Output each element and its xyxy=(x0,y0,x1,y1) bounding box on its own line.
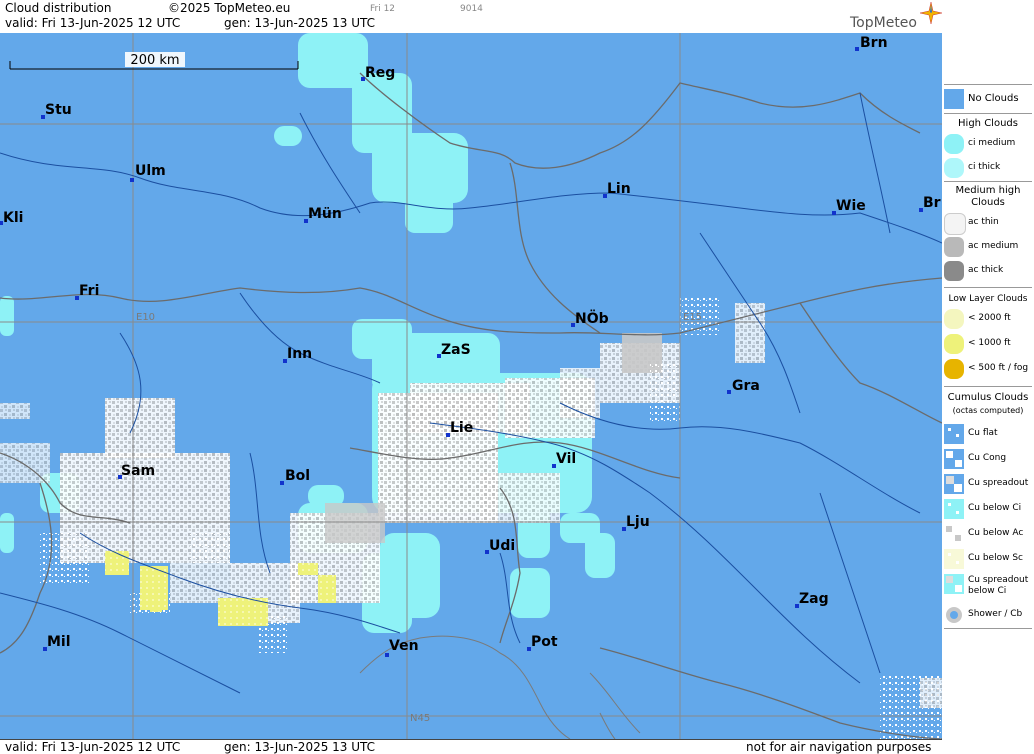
brand-logo-text: TopMeteo xyxy=(850,15,917,31)
footer-generated-time: gen: 13-Jun-2025 13 UTC xyxy=(224,740,376,754)
city-label: NÖb xyxy=(575,309,609,327)
grid-label-n45: N45 xyxy=(410,713,430,724)
legend-ac-thin: ac thin xyxy=(942,212,1034,235)
city-label: Brn xyxy=(860,35,888,51)
legend-cu-spreadout-below-ci: Cu spreadout below Ci xyxy=(942,573,1034,599)
legend-medium-title-1: Medium high xyxy=(955,185,1021,196)
legend-low-1000: < 1000 ft xyxy=(942,333,1034,355)
city-label: Lie xyxy=(450,420,473,436)
footer-valid-time: valid: Fri 13-Jun-2025 12 UTC xyxy=(5,740,181,754)
legend-shower: Shower / Cb xyxy=(942,604,1034,626)
legend-medium-title-2: Clouds xyxy=(971,197,1005,208)
city-label: Bol xyxy=(285,468,310,484)
city-label: Pot xyxy=(531,634,558,650)
valid-time: valid: Fri 13-Jun-2025 12 UTC xyxy=(5,16,181,30)
legend-ac-medium: ac medium xyxy=(942,236,1034,258)
city-label: Wie xyxy=(836,198,866,214)
legend-low-title: Low Layer Clouds xyxy=(948,294,1028,304)
city-label: Udi xyxy=(489,538,515,554)
city-label: Vil xyxy=(556,451,576,467)
legend-high-title: High Clouds xyxy=(958,118,1018,129)
generated-time: gen: 13-Jun-2025 13 UTC xyxy=(224,16,376,30)
city-label: Stu xyxy=(45,102,72,118)
code-label: 9014 xyxy=(460,4,483,14)
scale-bar: 200 km xyxy=(9,52,299,70)
copyright: ©2025 TopMeteo.eu xyxy=(168,1,291,15)
city-label: Sam xyxy=(121,463,155,479)
city-label: Zag xyxy=(799,591,829,607)
legend-ac-thick: ac thick xyxy=(942,260,1034,282)
city-label: Lju xyxy=(626,514,650,530)
city-label: Reg xyxy=(365,65,395,81)
header-bar: Cloud distribution ©2025 TopMeteo.eu Fri… xyxy=(0,0,942,34)
legend-ci-medium: ci medium xyxy=(942,133,1034,155)
legend-cumulus-sub: (octas computed) xyxy=(952,406,1024,415)
map-canvas: 200 km E10 E15 N45 Brn Reg Stu Ulm Lin W… xyxy=(0,33,942,739)
city-label: Mil xyxy=(47,634,71,650)
city-label: Ven xyxy=(389,638,419,654)
grid-label-e15: E15 xyxy=(683,312,702,323)
city-label: Ulm xyxy=(135,163,166,179)
legend-cu-below-ci: Cu below Ci xyxy=(942,498,1034,520)
legend-low-500: < 500 ft / fog xyxy=(942,358,1034,380)
city-label: Kli xyxy=(3,210,23,226)
legend-low-2000: < 2000 ft xyxy=(942,308,1034,330)
city-label: ZaS xyxy=(441,342,471,358)
legend-ci-thick: ci thick xyxy=(942,157,1034,179)
disclaimer: not for air navigation purposes xyxy=(746,740,932,754)
legend-no-clouds: No Clouds xyxy=(942,88,1034,110)
map-title: Cloud distribution xyxy=(5,1,112,15)
legend-panel: No Clouds High Clouds ci medium ci thick… xyxy=(942,0,1034,753)
city-label: Lin xyxy=(607,181,631,197)
scale-label: 200 km xyxy=(130,53,179,68)
grid-label-e10: E10 xyxy=(136,312,155,323)
city-label: Gra xyxy=(732,378,760,394)
city-label: Fri xyxy=(79,283,99,299)
legend-cu-spreadout: Cu spreadout xyxy=(942,473,1034,495)
footer-bar: valid: Fri 13-Jun-2025 12 UTC gen: 13-Ju… xyxy=(0,739,942,754)
city-label: Mün xyxy=(308,206,342,222)
cloud-map[interactable]: 200 km E10 E15 N45 Brn Reg Stu Ulm Lin W… xyxy=(0,33,943,739)
compass-star-icon xyxy=(920,2,942,24)
legend-cumulus-title: Cumulus Clouds xyxy=(947,392,1029,403)
legend-cu-below-sc: Cu below Sc xyxy=(942,548,1034,570)
city-label: Inn xyxy=(287,346,312,362)
frame-label: Fri 12 xyxy=(370,4,396,14)
legend-cu-cong: Cu Cong xyxy=(942,448,1034,470)
city-label: Br xyxy=(923,195,941,211)
legend-cu-flat: Cu flat xyxy=(942,423,1034,445)
legend-cu-below-ac: Cu below Ac xyxy=(942,523,1034,545)
